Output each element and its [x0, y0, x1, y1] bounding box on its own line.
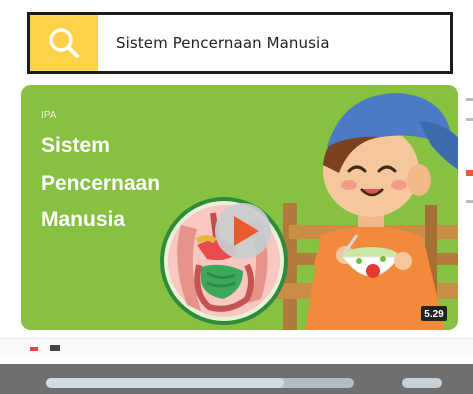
search-bar[interactable]: Sistem Pencernaan Manusia [27, 12, 453, 74]
play-button[interactable] [215, 203, 271, 259]
title-line-1: Sistem [41, 134, 110, 157]
search-button[interactable] [30, 15, 98, 71]
scrollbar-thumb[interactable] [46, 378, 284, 388]
title-line-2: Pencernaan [41, 172, 160, 195]
next-list-item-peek [0, 338, 473, 359]
search-query[interactable]: Sistem Pencernaan Manusia [116, 34, 330, 52]
bottom-scrollbar-area [0, 364, 473, 394]
duration-badge: 5.29 [421, 306, 447, 321]
thumbnail-illustration: IPA Sistem Pencernaan Manusia 5.29 [21, 85, 458, 330]
list-item-icon [30, 347, 38, 351]
next-item-peek [464, 92, 473, 212]
subject-label: IPA [41, 110, 57, 121]
secondary-scroll-handle[interactable] [402, 378, 442, 388]
title-line-3: Manusia [41, 208, 125, 231]
horizontal-scrollbar[interactable] [46, 378, 354, 388]
duration-text: 5.29 [424, 309, 444, 320]
search-icon [49, 28, 79, 58]
video-thumbnail[interactable]: IPA Sistem Pencernaan Manusia 5.29 [21, 85, 458, 330]
list-item-icon [50, 345, 60, 351]
